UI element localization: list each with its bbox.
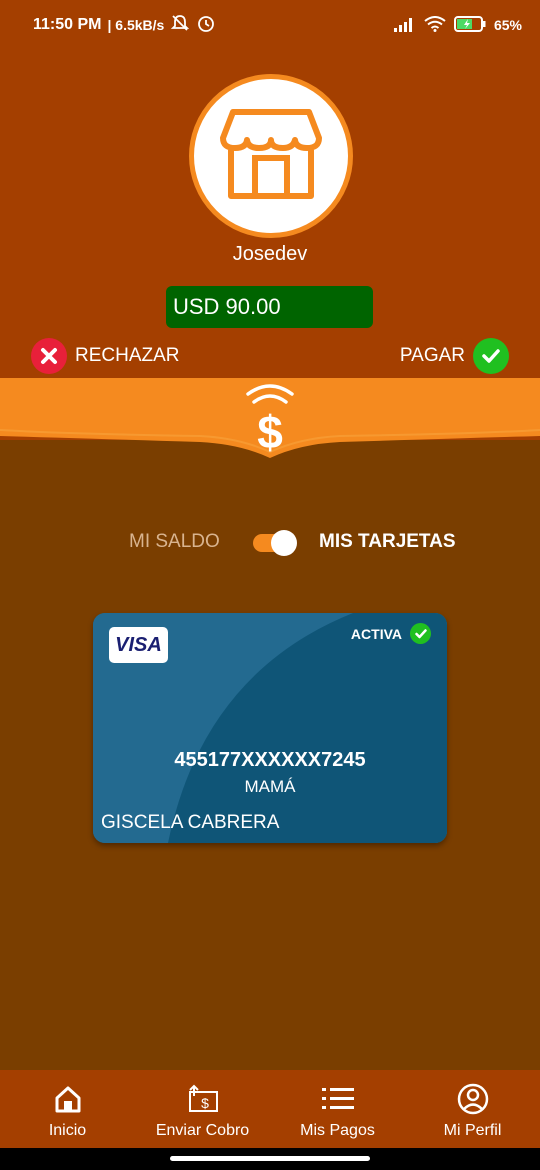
profile-icon [456,1082,490,1116]
signal-icon [393,16,416,35]
reject-label: RECHAZAR [75,345,180,366]
payment-band: $ [0,378,540,458]
nav-label-enviar-cobro: Enviar Cobro [155,1122,250,1139]
card-alias: MAMÁ [244,777,296,796]
nav-label-mis-pagos: Mis Pagos [300,1122,375,1139]
list-icon [321,1082,355,1116]
status-bar: 11:50 PM | 6.5kB/s 65% [0,0,540,50]
status-time: 11:50 PM [33,16,102,33]
card-status-badge: ACTIVA [351,623,431,644]
merchant-avatar [189,74,353,238]
svg-text:$: $ [257,406,283,458]
mute-icon [170,13,190,38]
reject-button[interactable]: RECHAZAR [31,338,180,374]
merchant-name: Josedev [232,243,308,265]
battery-icon [453,15,486,35]
nav-item-mi-perfil[interactable]: Mi Perfil [405,1070,540,1148]
system-navigation-bar [0,1148,540,1170]
payment-card[interactable]: VISA ACTIVA 455177XXXXXX7245 MAMÁ GISCEL… [93,613,447,843]
balance-card-toggle-row: MI SALDO MIS TARJETAS [0,526,540,558]
status-speed: | 6.5kB/s [107,17,165,33]
alarm-icon [196,13,216,38]
check-icon [473,338,509,374]
card-holder-name: GISCELA CABRERA [101,812,280,833]
wifi-icon [424,15,446,35]
nav-item-mis-pagos[interactable]: Mis Pagos [270,1070,405,1148]
toggle-knob [271,530,297,556]
pay-button[interactable]: PAGAR [400,338,509,374]
card-status-label: ACTIVA [350,625,402,642]
toggle-option-balance[interactable]: MI SALDO [129,531,220,553]
close-icon [31,338,67,374]
toggle-option-cards[interactable]: MIS TARJETAS [319,531,456,553]
store-icon [219,106,323,207]
check-circle-icon [410,623,431,644]
card-brand-logo: VISA [109,627,168,663]
payment-source-toggle[interactable] [253,529,299,556]
pay-label: PAGAR [399,345,465,366]
battery-percent: 65% [493,17,522,33]
svg-text:$: $ [201,1095,209,1111]
nav-item-enviar-cobro[interactable]: $ Enviar Cobro [135,1070,270,1148]
amount-display: USD 90.00 [166,286,373,328]
send-payment-icon: $ [186,1082,220,1116]
home-indicator[interactable] [170,1156,370,1161]
nav-label-inicio: Inicio [48,1122,87,1139]
home-icon [51,1082,85,1116]
card-number: 455177XXXXXX7245 [174,749,366,771]
nav-label-mi-perfil: Mi Perfil [443,1122,502,1139]
nav-item-inicio[interactable]: Inicio [0,1070,135,1148]
bottom-navigation: Inicio $ Enviar Cobro Mis Pagos Mi Perfi… [0,1070,540,1148]
